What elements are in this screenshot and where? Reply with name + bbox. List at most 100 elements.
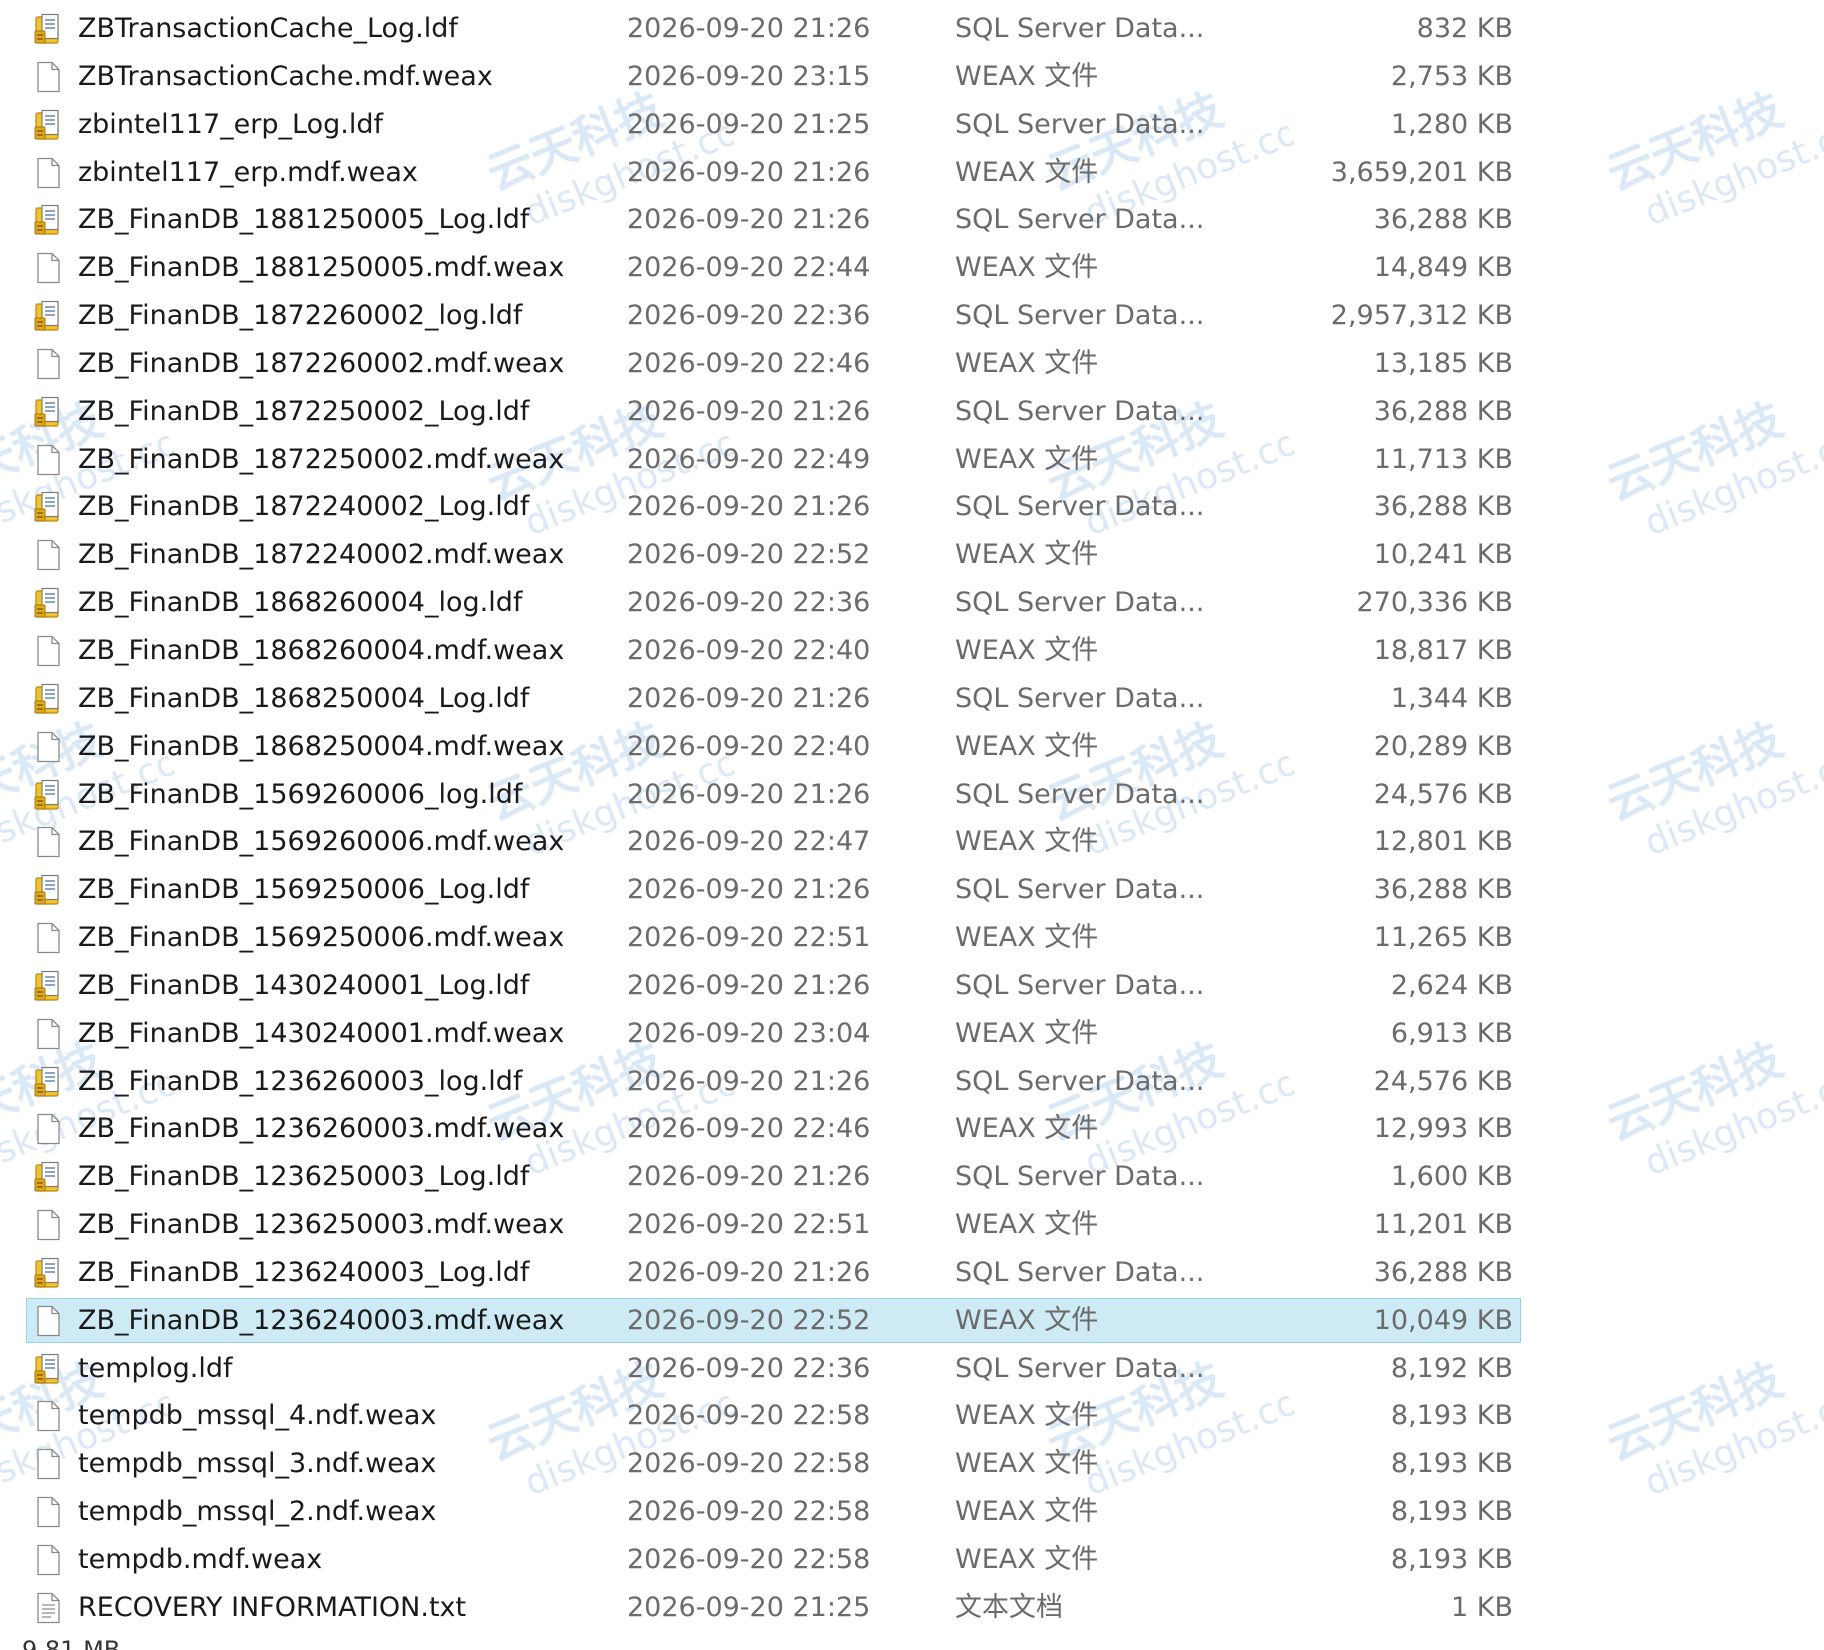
file-name: ZB_FinanDB_1872260002_log.ldf <box>78 300 523 332</box>
file-date-modified: 2026-09-20 22:46 <box>627 1113 871 1145</box>
file-size: 10,049 KB <box>1373 1304 1513 1336</box>
file-row[interactable]: templog.ldf 2026-09-20 22:36 SQL Server Da… <box>0 1345 1824 1393</box>
file-size: 36,288 KB <box>1373 1256 1513 1288</box>
file-row[interactable]: tempdb.mdf.weax 2026-09-20 22:58 WEAX 文件 8,… <box>0 1536 1824 1584</box>
file-row[interactable]: ZB_FinanDB_1872250002.mdf.weax 2026-09-20… <box>0 436 1824 484</box>
file-row[interactable]: ZB_FinanDB_1430240001_Log.ldf 2026-09-20 … <box>0 962 1824 1010</box>
file-row[interactable]: ZB_FinanDB_1236250003_Log.ldf 2026-09-20 … <box>0 1153 1824 1201</box>
file-row[interactable]: ZB_FinanDB_1868250004_Log.ldf 2026-09-20 … <box>0 675 1824 723</box>
sql-log-file-icon <box>33 396 63 428</box>
file-type: SQL Server Data... <box>955 1352 1205 1384</box>
file-name: tempdb.mdf.weax <box>78 1544 323 1575</box>
file-type: WEAX 文件 <box>955 1544 1099 1575</box>
text-document-icon <box>33 1592 63 1624</box>
file-row[interactable]: ZB_FinanDB_1872260002_log.ldf 2026-09-20 … <box>0 292 1824 340</box>
file-row[interactable]: ZB_FinanDB_1881250005_Log.ldf 2026-09-20 … <box>0 196 1824 244</box>
file-name: ZB_FinanDB_1872260002.mdf.weax <box>78 347 565 379</box>
file-type: SQL Server Data... <box>955 204 1205 236</box>
file-date-modified: 2026-09-20 21:26 <box>627 969 871 1001</box>
file-type: WEAX 文件 <box>955 922 1099 954</box>
file-date-modified: 2026-09-20 22:36 <box>627 587 871 619</box>
file-date-modified: 2026-09-20 23:04 <box>627 1017 871 1049</box>
file-row[interactable]: zbintel117_erp.mdf.weax 2026-09-20 21:26 W… <box>0 149 1824 197</box>
file-type: WEAX 文件 <box>955 634 1099 666</box>
sql-log-file-icon <box>33 1066 63 1098</box>
sql-log-file-icon <box>33 1353 63 1385</box>
file-name: zbintel117_erp_Log.ldf <box>78 108 383 140</box>
file-date-modified: 2026-09-20 22:58 <box>627 1400 871 1432</box>
file-row[interactable]: ZB_FinanDB_1430240001.mdf.weax 2026-09-20… <box>0 1010 1824 1058</box>
file-row[interactable]: ZB_FinanDB_1569260006.mdf.weax 2026-09-20… <box>0 818 1824 866</box>
file-row[interactable]: ZBTransactionCache.mdf.weax 2026-09-20 23… <box>0 53 1824 101</box>
file-row-selected[interactable]: ZB_FinanDB_1236240003.mdf.weax 2026-09-20… <box>0 1297 1824 1345</box>
file-type: SQL Server Data... <box>955 969 1205 1001</box>
file-row[interactable]: ZB_FinanDB_1881250005.mdf.weax 2026-09-20… <box>0 244 1824 292</box>
file-type: WEAX 文件 <box>955 826 1099 858</box>
file-size: 8,193 KB <box>1390 1400 1513 1432</box>
file-type: SQL Server Data... <box>955 491 1205 523</box>
file-type: WEAX 文件 <box>955 1113 1099 1145</box>
blank-file-icon <box>33 1544 63 1576</box>
file-row[interactable]: ZB_FinanDB_1569260006_log.ldf 2026-09-20 … <box>0 771 1824 819</box>
file-date-modified: 2026-09-20 21:26 <box>627 682 871 714</box>
file-row[interactable]: ZB_FinanDB_1569250006_Log.ldf 2026-09-20 … <box>0 866 1824 914</box>
file-type: SQL Server Data... <box>955 1256 1205 1288</box>
file-row[interactable]: ZB_FinanDB_1868250004.mdf.weax 2026-09-20… <box>0 723 1824 771</box>
file-row[interactable]: ZB_FinanDB_1872250002_Log.ldf 2026-09-20 … <box>0 388 1824 436</box>
file-row[interactable]: ZBTransactionCache_Log.ldf 2026-09-20 21:… <box>0 5 1824 53</box>
sql-log-file-icon <box>33 13 63 45</box>
file-size: 11,265 KB <box>1373 922 1513 954</box>
file-name: zbintel117_erp.mdf.weax <box>78 156 418 188</box>
file-type: SQL Server Data... <box>955 300 1205 332</box>
blank-file-icon <box>33 157 63 189</box>
file-date-modified: 2026-09-20 22:40 <box>627 730 871 762</box>
file-row[interactable]: ZB_FinanDB_1236250003.mdf.weax 2026-09-20… <box>0 1201 1824 1249</box>
file-row[interactable]: ZB_FinanDB_1868260004.mdf.weax 2026-09-20… <box>0 627 1824 675</box>
sql-log-file-icon <box>33 491 63 523</box>
file-type: 文本文档 <box>955 1591 1063 1623</box>
file-row[interactable]: ZB_FinanDB_1868260004_log.ldf 2026-09-20 … <box>0 579 1824 627</box>
file-row[interactable]: ZB_FinanDB_1872240002.mdf.weax 2026-09-20… <box>0 531 1824 579</box>
sql-log-file-icon <box>33 587 63 619</box>
file-size: 24,576 KB <box>1373 1065 1513 1097</box>
file-name: ZB_FinanDB_1872250002.mdf.weax <box>78 443 565 475</box>
file-date-modified: 2026-09-20 21:25 <box>627 108 871 140</box>
blank-file-icon <box>33 1448 63 1480</box>
file-size: 270,336 KB <box>1356 587 1513 619</box>
file-row[interactable]: tempdb_mssql_2.ndf.weax 2026-09-20 22:58 W… <box>0 1488 1824 1536</box>
sql-log-file-icon <box>33 204 63 236</box>
file-type: WEAX 文件 <box>955 539 1099 571</box>
file-row[interactable]: zbintel117_erp_Log.ldf 2026-09-20 21:25 SQ… <box>0 101 1824 149</box>
file-name: ZB_FinanDB_1569260006.mdf.weax <box>78 826 565 858</box>
file-type: SQL Server Data... <box>955 108 1205 140</box>
file-row[interactable]: tempdb_mssql_3.ndf.weax 2026-09-20 22:58 W… <box>0 1440 1824 1488</box>
file-row[interactable]: ZB_FinanDB_1872240002_Log.ldf 2026-09-20 … <box>0 483 1824 531</box>
file-size: 12,801 KB <box>1373 826 1513 858</box>
file-size: 1,280 KB <box>1390 108 1513 140</box>
sql-log-file-icon <box>33 109 63 141</box>
file-type: SQL Server Data... <box>955 1161 1205 1193</box>
file-size: 11,201 KB <box>1373 1209 1513 1241</box>
sql-log-file-icon <box>33 1257 63 1289</box>
blank-file-icon <box>33 444 63 476</box>
blank-file-icon <box>33 539 63 571</box>
file-size: 36,288 KB <box>1373 395 1513 427</box>
file-row[interactable]: ZB_FinanDB_1236260003_log.ldf 2026-09-20 … <box>0 1058 1824 1106</box>
file-row[interactable]: ZB_FinanDB_1872260002.mdf.weax 2026-09-20… <box>0 340 1824 388</box>
file-size: 6,913 KB <box>1390 1017 1513 1049</box>
file-size: 11,713 KB <box>1373 443 1513 475</box>
file-type: WEAX 文件 <box>955 156 1099 188</box>
file-name: ZB_FinanDB_1236260003_log.ldf <box>78 1065 523 1097</box>
file-row[interactable]: ZB_FinanDB_1236260003.mdf.weax 2026-09-20… <box>0 1105 1824 1153</box>
file-row[interactable]: ZB_FinanDB_1236240003_Log.ldf 2026-09-20 … <box>0 1249 1824 1297</box>
file-name: ZB_FinanDB_1430240001_Log.ldf <box>78 969 530 1001</box>
file-row[interactable]: tempdb_mssql_4.ndf.weax 2026-09-20 22:58 W… <box>0 1392 1824 1440</box>
blank-file-icon <box>33 348 63 380</box>
file-name: ZB_FinanDB_1569260006_log.ldf <box>78 778 523 810</box>
file-row[interactable]: RECOVERY INFORMATION.txt 2026-09-20 21:25… <box>0 1584 1824 1632</box>
file-row[interactable]: ZB_FinanDB_1569250006.mdf.weax 2026-09-20… <box>0 914 1824 962</box>
file-size: 1,600 KB <box>1390 1161 1513 1193</box>
file-date-modified: 2026-09-20 22:47 <box>627 826 871 858</box>
file-date-modified: 2026-09-20 22:58 <box>627 1544 871 1575</box>
file-name: tempdb_mssql_3.ndf.weax <box>78 1448 437 1480</box>
